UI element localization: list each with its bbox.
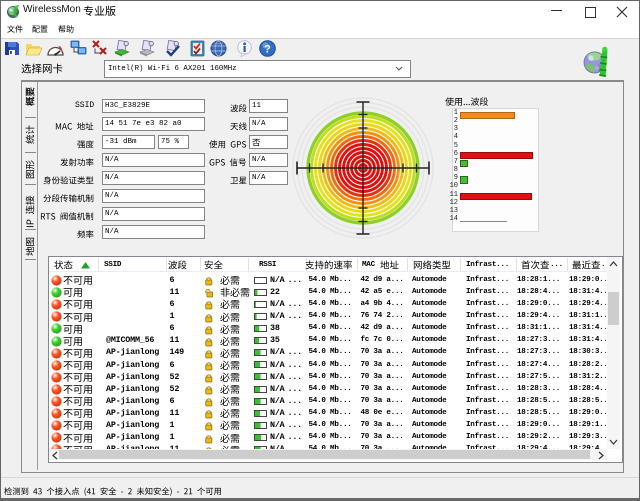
svg-text:?: ? — [264, 44, 271, 56]
